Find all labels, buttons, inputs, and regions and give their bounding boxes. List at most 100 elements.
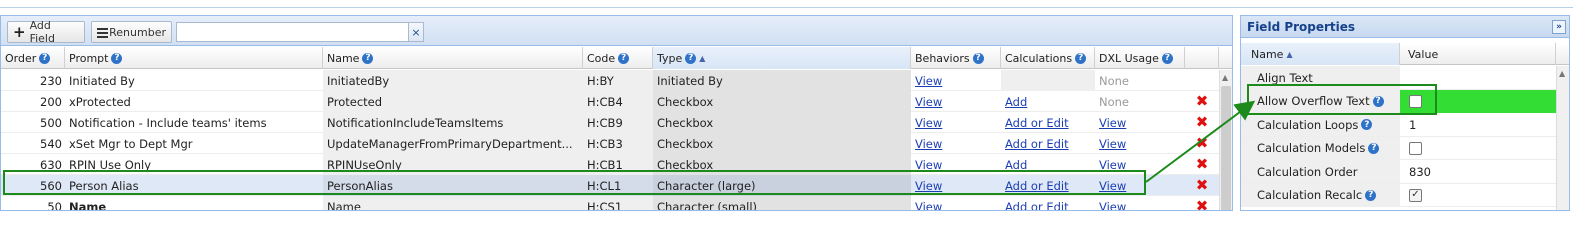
help-icon[interactable]: ? (1075, 52, 1087, 64)
dxl-usage-view-link[interactable]: View (1099, 158, 1126, 172)
property-row[interactable]: Align Text (1241, 66, 1556, 90)
behaviors-cell: View (911, 91, 1001, 112)
dxl-usage-cell: View (1095, 133, 1185, 154)
behaviors-view-link[interactable]: View (915, 137, 942, 151)
property-name-label: Align Text (1257, 70, 1313, 85)
behaviors-view-link[interactable]: View (915, 74, 942, 88)
property-row[interactable]: Calculation Order 830 (1241, 160, 1556, 184)
help-icon[interactable]: ? (362, 52, 374, 64)
order-cell: 560 (40, 178, 62, 193)
help-icon[interactable]: ? (972, 52, 984, 64)
property-name-label: Calculation Order (1257, 164, 1358, 179)
properties-scrollbar[interactable]: ▲ (1556, 66, 1569, 210)
renumber-button[interactable]: Renumber (91, 21, 172, 43)
calculations-link[interactable]: Add (1005, 95, 1027, 109)
property-value[interactable] (1400, 66, 1556, 89)
help-icon[interactable]: ? (1365, 189, 1377, 201)
delete-icon[interactable]: ✖ (1196, 157, 1209, 172)
dxl-usage-view-link[interactable]: View (1099, 179, 1126, 193)
grid-scrollbar[interactable]: ▲ (1219, 70, 1232, 210)
behaviors-view-link[interactable]: View (915, 95, 942, 109)
delete-icon[interactable]: ✖ (1196, 136, 1209, 151)
behaviors-cell: View (911, 175, 1001, 196)
calculations-link[interactable]: Add or Edit (1005, 116, 1069, 130)
col-header-type[interactable]: Type? ▲ (653, 47, 911, 69)
table-row[interactable]: 560 Person Alias PersonAlias H:CL1 Character… (1, 175, 1219, 196)
property-checkbox[interactable] (1409, 141, 1422, 155)
dxl-usage-view-link[interactable]: View (1099, 200, 1126, 211)
dxl-usage-view-link[interactable]: View (1099, 116, 1126, 130)
col-header-code[interactable]: Code? (583, 47, 653, 69)
table-row[interactable]: 630 RPIN Use Only RPINUseOnly H:CB1 Checkbox… (1, 154, 1219, 175)
col-header-name[interactable]: Name? (323, 47, 583, 69)
clear-filter-button[interactable]: × (408, 22, 424, 42)
delete-icon[interactable]: ✖ (1196, 94, 1209, 109)
table-row[interactable]: 200 xProtected Protected H:CB4 Checkbox View A… (1, 91, 1219, 112)
filter-input[interactable] (176, 22, 409, 42)
code-cell: H:CS1 (583, 196, 653, 210)
top-frame-border (0, 0, 1573, 8)
property-row[interactable]: Calculation Models? (1241, 136, 1556, 160)
property-value[interactable]: 830 (1400, 160, 1556, 183)
behaviors-view-link[interactable]: View (915, 179, 942, 193)
delete-icon[interactable]: ✖ (1196, 178, 1209, 193)
prop-col-header-name[interactable]: Name ▲ (1241, 43, 1400, 65)
property-value[interactable] (1400, 89, 1556, 113)
table-row[interactable]: 540 xSet Mgr to Dept Mgr UpdateManagerFrom… (1, 133, 1219, 154)
calculations-link[interactable]: Add (1005, 158, 1027, 172)
property-checkbox[interactable]: ✓ (1409, 188, 1422, 202)
type-cell: Initiated By (653, 70, 911, 91)
add-field-label: Add Field (29, 19, 55, 45)
scroll-up-icon[interactable]: ▲ (1559, 69, 1565, 78)
property-name: Calculation Recalc? (1241, 183, 1400, 207)
prompt-cell: Notification - Include teams' items (69, 115, 267, 130)
name-cell: PersonAlias (323, 175, 583, 196)
property-value[interactable]: 1 (1400, 113, 1556, 136)
behaviors-view-link[interactable]: View (915, 116, 942, 130)
code-cell: H:CB4 (583, 91, 653, 112)
property-row[interactable]: Calculation Loops? 1 (1241, 113, 1556, 137)
name-cell: UpdateManagerFromPrimaryDepartment... (323, 133, 583, 154)
calculations-link[interactable]: Add or Edit (1005, 200, 1069, 211)
help-icon[interactable]: ? (1368, 142, 1380, 154)
dxl-usage-view-link[interactable]: View (1099, 137, 1126, 151)
code-cell: H:CB9 (583, 112, 653, 133)
behaviors-view-link[interactable]: View (915, 200, 942, 211)
property-checkbox[interactable] (1409, 94, 1422, 108)
add-field-button[interactable]: + Add Field (7, 19, 85, 45)
col-header-calculations[interactable]: Calculations? (1001, 47, 1095, 69)
table-row[interactable]: 230 Initiated By InitiatedBy H:BY Initiated … (1, 70, 1219, 91)
col-header-order[interactable]: Order? (1, 47, 65, 69)
property-name: Allow Overflow Text? (1241, 89, 1400, 113)
col-header-dxl-usage[interactable]: DXL Usage? (1095, 47, 1185, 69)
properties-header: Name ▲ Value (1241, 43, 1569, 65)
prop-col-header-value[interactable]: Value (1400, 43, 1556, 65)
help-icon[interactable]: ? (618, 52, 630, 64)
collapse-panel-icon[interactable]: » (1552, 20, 1566, 34)
col-header-prompt[interactable]: Prompt? (65, 47, 323, 69)
property-row[interactable]: Calculation Recalc? ✓ (1241, 183, 1556, 207)
scroll-up-icon[interactable]: ▲ (1222, 73, 1228, 82)
help-icon[interactable]: ? (685, 52, 697, 64)
help-icon[interactable]: ? (1372, 95, 1384, 107)
scroll-thumb[interactable] (1221, 86, 1231, 210)
table-row[interactable]: 50 Name Name H:CS1 Character (small) View Add … (1, 196, 1219, 211)
code-cell: H:BY (583, 70, 653, 91)
help-icon[interactable]: ? (111, 52, 123, 64)
help-icon[interactable]: ? (1361, 119, 1373, 130)
prompt-cell: xProtected (69, 94, 131, 109)
property-value[interactable]: ✓ (1400, 184, 1556, 207)
table-row[interactable]: 500 Notification - Include teams' items No… (1, 112, 1219, 133)
calculations-link[interactable]: Add or Edit (1005, 179, 1069, 193)
delete-icon[interactable]: ✖ (1196, 115, 1209, 130)
delete-icon[interactable]: ✖ (1196, 199, 1209, 211)
behaviors-view-link[interactable]: View (915, 158, 942, 172)
order-cell: 200 (40, 94, 62, 109)
calculations-link[interactable]: Add or Edit (1005, 137, 1069, 151)
col-header-behaviors[interactable]: Behaviors? (911, 47, 1001, 69)
dxl-usage-cell: View (1095, 154, 1185, 175)
help-icon[interactable]: ? (39, 52, 51, 64)
property-value[interactable] (1400, 137, 1556, 160)
help-icon[interactable]: ? (1161, 52, 1173, 64)
property-row[interactable]: Allow Overflow Text? (1241, 89, 1556, 113)
